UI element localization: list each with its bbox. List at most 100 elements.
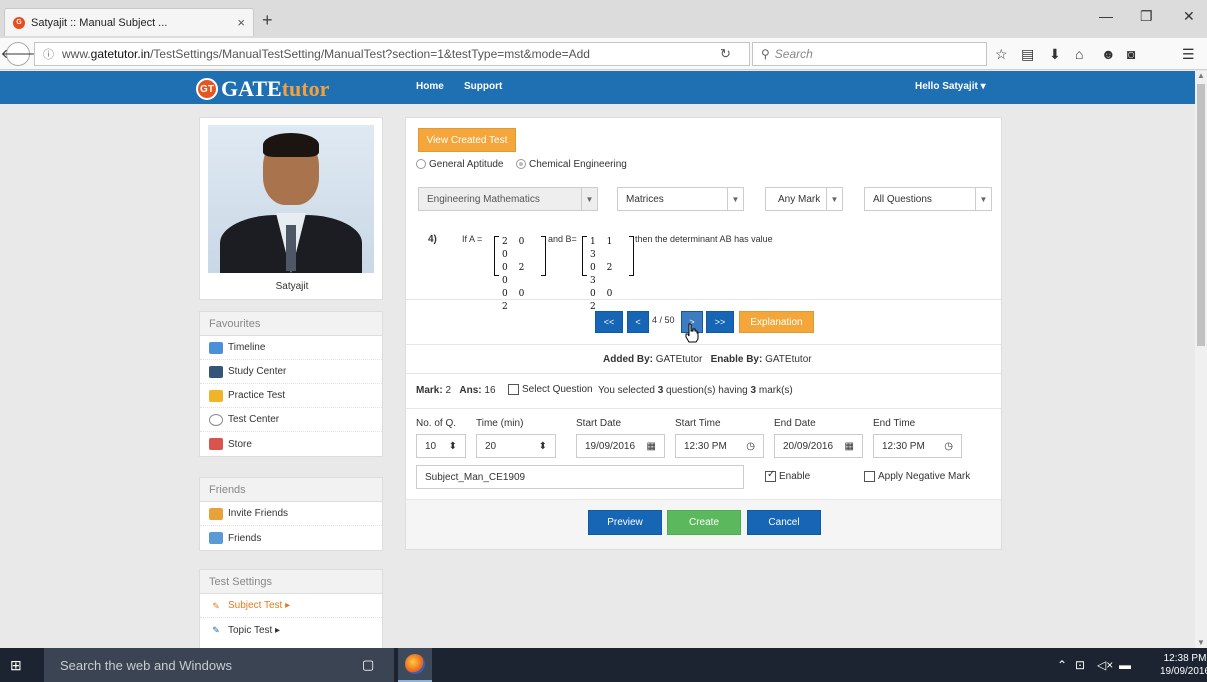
no-of-q-stepper[interactable]: 10 ⬍ <box>416 434 466 458</box>
favourites-title: Favourites <box>200 312 382 336</box>
timeline-icon <box>209 341 223 354</box>
logo-badge: GT <box>196 78 218 100</box>
end-date-input[interactable]: 20/09/2016 ▦ <box>774 434 863 458</box>
menu-icon[interactable]: ☰ <box>1182 46 1195 63</box>
cancel-button[interactable]: Cancel <box>747 510 821 535</box>
sidebar-item-test-center[interactable]: Test Center <box>200 408 382 432</box>
back-arrow-icon[interactable]: 🡐 <box>1 42 35 66</box>
prev-question-button[interactable]: < <box>627 311 649 333</box>
time-stepper[interactable]: 20 ⬍ <box>476 434 556 458</box>
create-button[interactable]: Create <box>667 510 741 535</box>
sidebar-item-subject-test[interactable]: ✎ Subject Test ▸ <box>200 594 382 618</box>
profile-photo[interactable] <box>208 125 374 273</box>
mark-select[interactable]: Any Mark ▼ <box>765 187 843 211</box>
site-logo[interactable]: GT GATE tutor <box>196 76 329 102</box>
sidebar-item-store[interactable]: Store <box>200 432 382 456</box>
taskbar-clock[interactable]: 12:38 PM 19/09/2016 <box>1160 652 1207 678</box>
window-close-icon[interactable]: ✕ <box>1183 8 1195 25</box>
hand-cursor-icon <box>685 323 699 343</box>
edit-icon: ✎ <box>212 625 220 635</box>
sidebar-item-friends[interactable]: Friends <box>200 526 382 550</box>
site-header: GT GATE tutor Home Support Hello Satyaji… <box>0 71 1195 104</box>
smiley-icon[interactable]: ☻ <box>1101 46 1116 62</box>
info-icon[interactable]: ⓘ <box>43 46 54 62</box>
pocket-icon[interactable]: ◙ <box>1127 46 1135 62</box>
test-name-input[interactable]: Subject_Man_CE1909 <box>416 465 744 489</box>
url-domain: gatetutor.in <box>90 47 151 61</box>
subject-select[interactable]: Engineering Mathematics ▼ <box>418 187 598 211</box>
new-tab-button[interactable]: + <box>262 10 273 31</box>
sidebar-item-practice-test[interactable]: Practice Test <box>200 384 382 408</box>
volume-icon[interactable]: ◁× <box>1097 658 1113 672</box>
firefox-taskbar-button[interactable] <box>398 648 432 682</box>
browser-tab[interactable]: G Satyajit :: Manual Subject ... × <box>4 8 254 36</box>
windows-start-icon[interactable]: ⊞ <box>10 657 26 673</box>
checkbox-checked-icon <box>765 469 776 482</box>
start-date-input[interactable]: 19/09/2016 ▦ <box>576 434 665 458</box>
sidebar-item-timeline[interactable]: Timeline <box>200 336 382 360</box>
calendar-icon[interactable]: ▦ <box>647 441 656 452</box>
taskbar-search-input[interactable]: Search the web and Windows <box>44 648 394 682</box>
nav-support-link[interactable]: Support <box>464 81 502 92</box>
scroll-up-icon[interactable]: ▲ <box>1197 71 1205 80</box>
radio-general-aptitude[interactable]: General Aptitude <box>416 159 504 170</box>
url-bar[interactable]: ⓘ www. gatetutor.in/TestSettings/ManualTe… <box>34 42 750 66</box>
nav-home-link[interactable]: Home <box>416 81 444 92</box>
search-icon: ⚲ <box>761 47 770 61</box>
sidebar-item-study-center[interactable]: Study Center <box>200 360 382 384</box>
matrix-b: 1 1 30 2 30 0 2 <box>582 236 634 312</box>
view-created-test-button[interactable]: View Created Test <box>418 128 516 152</box>
question-counter: 4 / 50 <box>652 315 675 325</box>
end-time-input[interactable]: 12:30 PM ◷ <box>873 434 962 458</box>
scrollbar-thumb[interactable] <box>1197 84 1205 346</box>
first-question-button[interactable]: << <box>595 311 623 333</box>
no-of-q-label: No. of Q. <box>416 418 457 429</box>
clock-icon[interactable]: ◷ <box>944 441 953 452</box>
enable-by-label: Enable By: <box>710 354 763 365</box>
stepper-icon[interactable]: ⬍ <box>449 441 457 452</box>
last-question-button[interactable]: >> <box>706 311 734 333</box>
scroll-down-icon[interactable]: ▼ <box>1197 638 1205 647</box>
browser-tab-bar: G Satyajit :: Manual Subject ... × + — ❐… <box>0 0 1207 38</box>
reading-list-icon[interactable]: ▤ <box>1021 46 1034 63</box>
network-icon[interactable]: ⊡ <box>1075 658 1085 672</box>
stepper-icon[interactable]: ⬍ <box>539 441 547 452</box>
minimize-icon[interactable]: — <box>1099 8 1113 24</box>
download-icon[interactable]: ⬇ <box>1049 46 1061 63</box>
questions-select[interactable]: All Questions ▼ <box>864 187 992 211</box>
bookmark-star-icon[interactable]: ☆ <box>995 46 1008 63</box>
windows-taskbar: ⊞ Search the web and Windows ▢ ⌃ ⊡ ◁× ▬ … <box>0 648 1207 682</box>
sidebar-item-topic-test[interactable]: ✎ Topic Test ▸ <box>200 618 382 642</box>
tab-close-icon[interactable]: × <box>237 15 245 30</box>
pencil-icon: ✎ <box>212 600 220 611</box>
explanation-button[interactable]: Explanation <box>739 311 814 333</box>
favourites-panel: Favourites Timeline Study Center Practic… <box>199 311 383 457</box>
topic-select[interactable]: Matrices ▼ <box>617 187 744 211</box>
ans-label: Ans: <box>459 385 482 396</box>
home-icon[interactable]: ⌂ <box>1075 46 1083 62</box>
clock-date: 19/09/2016 <box>1160 666 1207 677</box>
browser-search-input[interactable]: ⚲ Search <box>752 42 987 66</box>
sidebar-item-label: Store <box>228 438 252 450</box>
chevron-down-icon: ▼ <box>581 188 597 210</box>
sidebar-item-invite-friends[interactable]: Invite Friends <box>200 502 382 526</box>
url-path: /TestSettings/ManualTestSetting/ManualTe… <box>150 47 590 61</box>
reload-icon[interactable]: ↻ <box>720 46 731 62</box>
sidebar-item-label: Friends <box>228 532 262 544</box>
task-view-icon[interactable]: ▢ <box>362 657 374 673</box>
preview-button[interactable]: Preview <box>588 510 662 535</box>
radio-chemical-engineering[interactable]: Chemical Engineering <box>516 159 627 170</box>
select-question-checkbox[interactable]: Select Question <box>508 384 593 395</box>
enable-checkbox[interactable]: Enable <box>765 469 810 482</box>
negative-mark-checkbox[interactable]: Apply Negative Mark <box>864 471 970 482</box>
time-value: 20 <box>485 440 497 452</box>
selection-prefix: You selected <box>598 385 655 396</box>
maximize-icon[interactable]: ❐ <box>1140 8 1153 25</box>
tray-chevron-icon[interactable]: ⌃ <box>1057 658 1067 672</box>
clock-icon[interactable]: ◷ <box>746 441 755 452</box>
user-menu[interactable]: Hello Satyajit ▾ <box>915 81 986 92</box>
notifications-icon[interactable]: ▬ <box>1119 658 1131 672</box>
calendar-icon[interactable]: ▦ <box>845 441 854 452</box>
users-icon <box>209 532 223 544</box>
start-time-input[interactable]: 12:30 PM ◷ <box>675 434 764 458</box>
